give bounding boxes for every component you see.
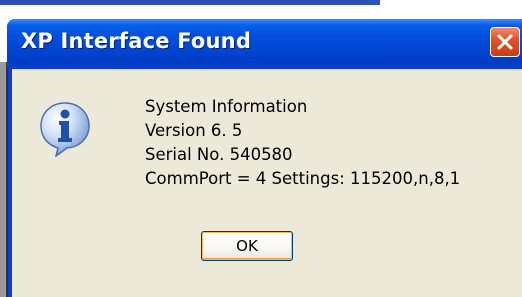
close-button[interactable]: [490, 27, 520, 57]
message-line: Serial No. 540580: [145, 145, 293, 164]
information-icon: [40, 102, 90, 157]
message-line: System Information: [145, 97, 308, 116]
dialog-title: XP Interface Found: [21, 29, 252, 53]
close-icon: [497, 34, 513, 50]
message-line: CommPort = 4 Settings: 115200,n,8,1: [145, 169, 461, 188]
message-line: Version 6. 5: [145, 121, 243, 140]
background-window-edge: [0, 0, 380, 5]
dialog-message: System Information Version 6. 5 Serial N…: [145, 95, 460, 191]
ok-button[interactable]: OK: [201, 231, 293, 261]
screen: XP Interface Found System Information Ve…: [0, 0, 522, 297]
background-window-edge: [0, 62, 6, 297]
dialog-body: System Information Version 6. 5 Serial N…: [12, 69, 522, 297]
message-dialog: XP Interface Found System Information Ve…: [7, 19, 522, 297]
dialog-titlebar[interactable]: XP Interface Found: [7, 19, 522, 69]
